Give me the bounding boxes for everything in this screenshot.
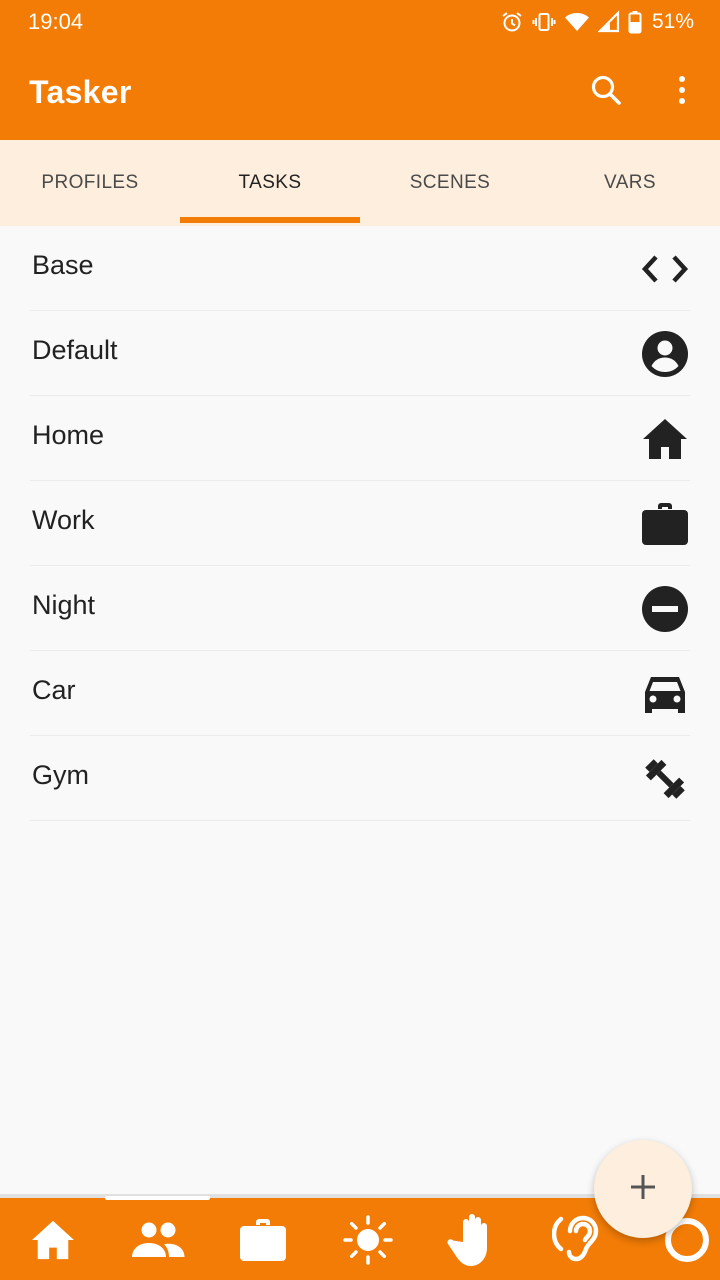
battery-percent: 51% (651, 10, 694, 33)
plus-icon (629, 1173, 657, 1206)
status-icons: 51% (500, 8, 694, 36)
signal-icon (597, 10, 620, 34)
task-label: Car (32, 675, 76, 705)
people-icon[interactable] (130, 1212, 186, 1268)
do-not-disturb-icon (640, 584, 690, 634)
app-bar: Tasker (0, 44, 720, 140)
car-icon (640, 669, 690, 719)
tab-tasks[interactable]: TASKS (180, 140, 360, 226)
task-label: Gym (32, 760, 89, 790)
task-row-car[interactable]: Car (30, 651, 690, 736)
home-icon (640, 414, 690, 464)
search-icon (589, 73, 623, 112)
alarm-icon (500, 10, 524, 34)
hearing-icon[interactable] (550, 1212, 606, 1268)
task-label: Night (32, 590, 96, 620)
tab-indicator (180, 217, 360, 223)
wifi-icon (564, 10, 590, 34)
overflow-menu-button[interactable] (660, 70, 704, 114)
code-icon (640, 244, 690, 294)
tab-vars[interactable]: VARS (540, 140, 720, 226)
task-label: Home (32, 420, 105, 450)
dumbbell-icon (640, 754, 690, 804)
task-label: Base (32, 250, 94, 280)
briefcase-icon[interactable] (235, 1212, 291, 1268)
task-row-default[interactable]: Default (30, 311, 690, 396)
status-bar: 19:04 51% (0, 0, 720, 44)
home-icon[interactable] (25, 1212, 81, 1268)
briefcase-icon (640, 499, 690, 549)
task-row-work[interactable]: Work (30, 481, 690, 566)
more-vert-icon (677, 75, 687, 110)
search-button[interactable] (584, 70, 628, 114)
account-circle-icon (640, 329, 690, 379)
task-label: Default (32, 335, 118, 365)
bottom-sheet-handle[interactable] (105, 1196, 210, 1200)
tab-bar: PROFILES TASKS SCENES VARS (0, 140, 720, 226)
battery-icon (628, 10, 642, 34)
task-row-night[interactable]: Night (30, 566, 690, 651)
sun-icon[interactable] (340, 1212, 396, 1268)
status-time: 19:04 (28, 9, 84, 34)
add-task-button[interactable] (594, 1140, 692, 1238)
vibrate-icon (532, 10, 556, 34)
task-row-home[interactable]: Home (30, 396, 690, 481)
task-list: Base Default Home Work Night Car Gym (0, 226, 720, 821)
task-label: Work (32, 505, 95, 535)
tab-scenes[interactable]: SCENES (360, 140, 540, 226)
hand-icon[interactable] (445, 1212, 501, 1268)
tab-profiles[interactable]: PROFILES (0, 140, 180, 226)
task-row-base[interactable]: Base (30, 226, 690, 311)
app-title: Tasker (29, 74, 132, 110)
task-row-gym[interactable]: Gym (30, 736, 690, 821)
